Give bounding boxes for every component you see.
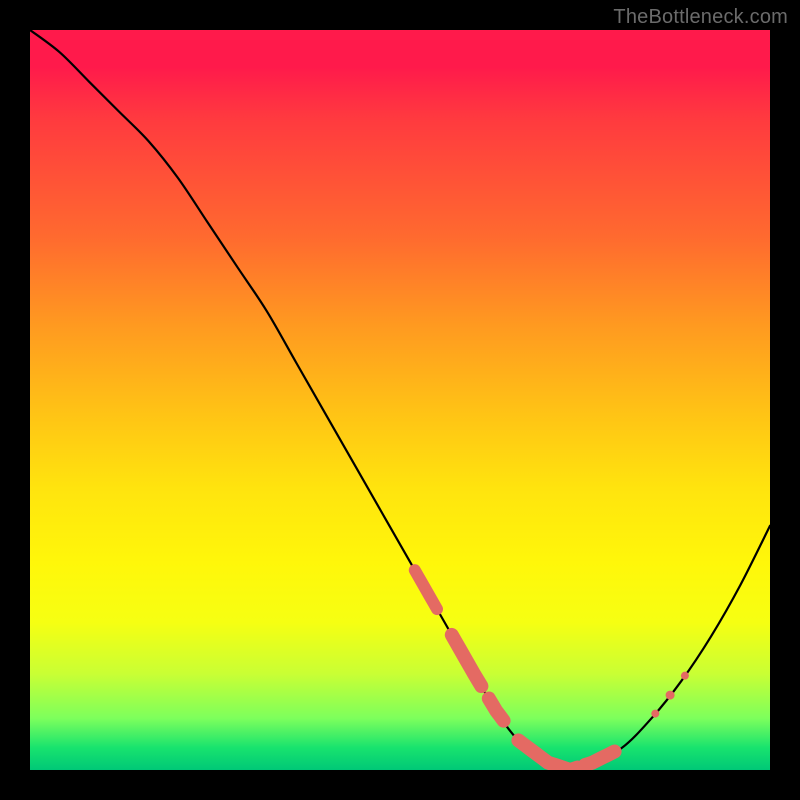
marker-dot (681, 672, 689, 680)
chart-frame: TheBottleneck.com (0, 0, 800, 800)
watermark-text: TheBottleneck.com (613, 6, 788, 29)
marker-dot (651, 710, 659, 718)
marker-segment (585, 752, 615, 766)
marker-segment (415, 570, 437, 609)
curve-markers (415, 570, 689, 770)
bottleneck-curve (30, 30, 770, 770)
curve-layer (30, 30, 770, 770)
plot-area (30, 30, 770, 770)
marker-segment (452, 635, 482, 686)
marker-segment (489, 698, 504, 720)
marker-dot (666, 691, 675, 700)
marker-segment (518, 740, 577, 770)
